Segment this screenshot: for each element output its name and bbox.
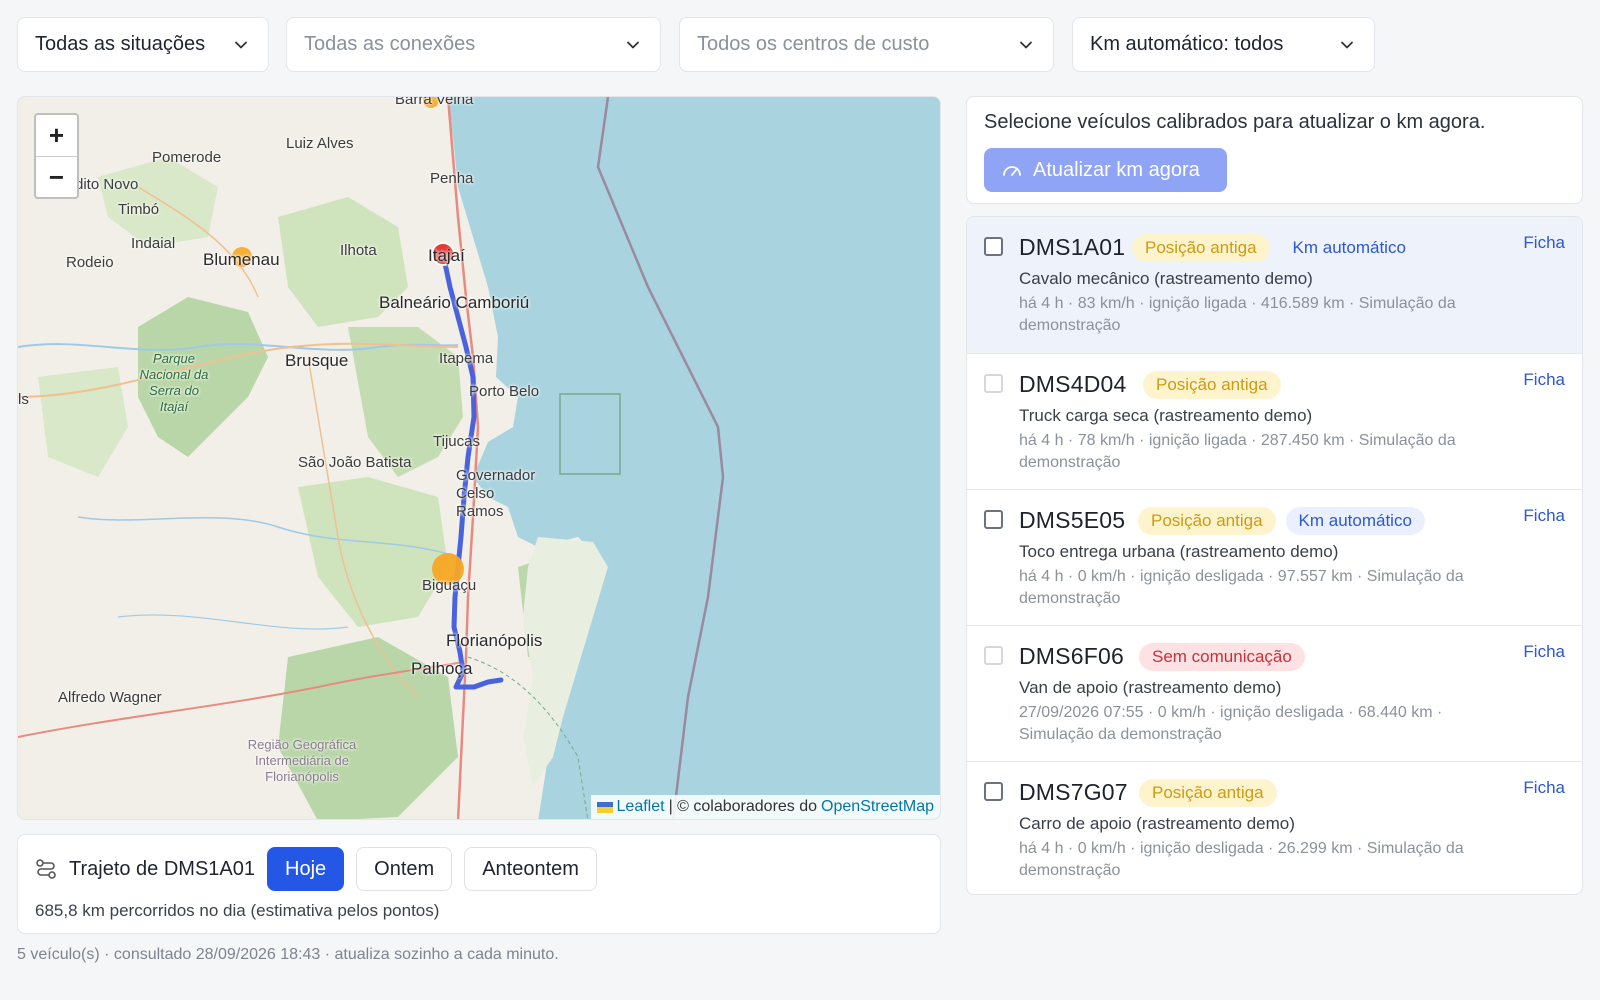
- vehicle-row[interactable]: DMS7G07 Posição antiga Ficha Carro de ap…: [967, 761, 1582, 894]
- vehicle-meta: há 4 h · 78 km/h · ignição ligada · 287.…: [1019, 432, 1456, 471]
- map-label-blumenau: Blumenau: [203, 250, 280, 269]
- zoom-out-button[interactable]: −: [36, 156, 77, 197]
- atualizar-km-label: Atualizar km agora: [1033, 158, 1200, 181]
- ficha-link[interactable]: Ficha: [1523, 506, 1565, 526]
- leaflet-link[interactable]: Leaflet: [617, 798, 665, 816]
- status-footer: 5 veículo(s) · consultado 28/09/2026 18:…: [17, 946, 559, 963]
- ficha-link[interactable]: Ficha: [1523, 370, 1565, 390]
- ontem-button[interactable]: Ontem: [356, 847, 453, 891]
- vehicle-checkbox[interactable]: [984, 646, 1003, 665]
- vehicle-row[interactable]: DMS5E05 Posição antiga Km automático Fic…: [967, 489, 1582, 625]
- conexoes-select-value: Todas as conexões: [304, 33, 476, 55]
- situacoes-select-value: Todas as situações: [35, 33, 206, 55]
- map-label-indaial: Indaial: [131, 235, 176, 252]
- calibrate-text: Selecione veículos calibrados para atual…: [984, 111, 1486, 133]
- filter-bar: Todas as situações Todas as conexões Tod…: [17, 17, 1583, 72]
- route-icon: [36, 859, 56, 879]
- status-badge: Posição antiga: [1139, 779, 1277, 807]
- map-label-penha: Penha: [430, 170, 474, 187]
- map-label-tijucas: Tijucas: [433, 433, 480, 450]
- map-label-rodeio: Rodeio: [66, 254, 114, 271]
- map-label-sao-joao-batista: São João Batista: [298, 454, 412, 471]
- status-badge: Posição antiga: [1143, 371, 1281, 399]
- map-label-palhoca: Palhoça: [411, 659, 473, 678]
- centros-custo-select[interactable]: Todos os centros de custo: [679, 17, 1054, 72]
- km-automatico-select-value: Km automático: todos: [1090, 33, 1284, 55]
- vehicle-plate: DMS4D04: [1019, 371, 1127, 397]
- chevron-down-icon: [627, 41, 639, 48]
- map-label-luiz-alves: Luiz Alves: [286, 135, 354, 152]
- vehicle-checkbox[interactable]: [984, 374, 1003, 393]
- km-automatico-badge: Km automático: [1292, 238, 1406, 257]
- map-label-porto-belo: Porto Belo: [469, 383, 540, 400]
- vehicle-checkbox[interactable]: [984, 510, 1003, 529]
- map-label-ilhota: Ilhota: [340, 242, 377, 259]
- vehicle-description: Carro de apoio (rastreamento demo): [1019, 814, 1295, 833]
- map-label-biguacu: Biguaçu: [422, 577, 477, 594]
- calibrate-panel: Selecione veículos calibrados para atual…: [966, 96, 1583, 204]
- hoje-button[interactable]: Hoje: [267, 847, 345, 891]
- centros-custo-select-value: Todos os centros de custo: [697, 33, 930, 55]
- km-automatico-select[interactable]: Km automático: todos: [1072, 17, 1375, 72]
- vehicle-description: Cavalo mecânico (rastreamento demo): [1019, 269, 1313, 288]
- status-badge: Posição antiga: [1132, 234, 1270, 262]
- vehicle-description: Van de apoio (rastreamento demo): [1019, 678, 1282, 697]
- chevron-down-icon: [1341, 41, 1353, 48]
- vehicle-row[interactable]: DMS4D04 Posição antiga Ficha Truck carga…: [967, 353, 1582, 489]
- gauge-icon: [1003, 166, 1021, 176]
- vehicle-plate: DMS5E05: [1019, 507, 1126, 533]
- atualizar-km-button[interactable]: Atualizar km agora: [984, 148, 1227, 192]
- map[interactable]: Barra Velha Luiz Alves Pomerode dito Nov…: [17, 96, 941, 820]
- map-label-alfredo-wagner: Alfredo Wagner: [58, 689, 162, 706]
- map-label-balneario-camboriu: Balneário Camboriú: [379, 293, 530, 312]
- km-automatico-badge: Km automático: [1285, 507, 1425, 535]
- vehicle-description: Toco entrega urbana (rastreamento demo): [1019, 542, 1339, 561]
- vehicle-plate: DMS6F06: [1019, 643, 1124, 669]
- map-label-brusque: Brusque: [285, 351, 349, 370]
- vehicle-checkbox[interactable]: [984, 782, 1003, 801]
- map-attribution: Leaflet | © colaboradores do OpenStreetM…: [590, 795, 940, 819]
- ukraine-flag-icon: [596, 801, 613, 813]
- map-label-barra-velha: Barra Velha: [395, 96, 474, 108]
- chevron-down-icon: [235, 41, 247, 48]
- map-label-itajai: Itajaí: [428, 246, 465, 265]
- openstreetmap-link[interactable]: OpenStreetMap: [821, 798, 934, 816]
- status-badge: Sem comunicação: [1139, 643, 1305, 671]
- trajeto-panel: Trajeto de DMS1A01 Hoje Ontem Anteontem …: [17, 834, 941, 934]
- status-badge: Posição antiga: [1138, 507, 1276, 535]
- vehicle-plate: DMS1A01: [1019, 234, 1126, 260]
- map-label-benedito-novo: dito Novo: [75, 176, 139, 193]
- attribution-text: | © colaboradores do: [668, 798, 818, 815]
- ficha-link[interactable]: Ficha: [1523, 233, 1565, 253]
- map-label-parque-nacional: Parque Nacional da Serra do Itajaí: [139, 351, 209, 414]
- vehicle-meta: 27/09/2026 07:55 · 0 km/h · ignição desl…: [1019, 704, 1443, 743]
- vehicle-plate: DMS7G07: [1019, 779, 1128, 805]
- map-label-itapema: Itapema: [439, 350, 494, 367]
- map-label-pomerode: Pomerode: [152, 149, 222, 166]
- situacoes-select[interactable]: Todas as situações: [17, 17, 269, 72]
- zoom-in-button[interactable]: +: [36, 115, 77, 156]
- vehicle-row[interactable]: DMS6F06 Sem comunicação Ficha Van de apo…: [967, 625, 1582, 761]
- trajeto-title: Trajeto de DMS1A01: [69, 857, 256, 880]
- trajeto-summary: 685,8 km percorridos no dia (estimativa …: [35, 901, 440, 920]
- vehicle-checkbox[interactable]: [984, 237, 1003, 256]
- conexoes-select[interactable]: Todas as conexões: [286, 17, 661, 72]
- ficha-link[interactable]: Ficha: [1523, 642, 1565, 662]
- vehicle-list: DMS1A01 Posição antiga Km automático Fic…: [966, 216, 1583, 895]
- zoom-control: + −: [34, 113, 79, 199]
- vehicle-meta: há 4 h · 83 km/h · ignição ligada · 416.…: [1019, 295, 1456, 334]
- map-label-timbo: Timbó: [118, 201, 160, 218]
- chevron-down-icon: [1020, 41, 1032, 48]
- map-label-governador-celso-ramos: Governador Celso Ramos: [456, 467, 536, 520]
- vehicle-meta: há 4 h · 0 km/h · ignição desligada · 26…: [1019, 840, 1464, 879]
- map-label-ls: ls: [18, 391, 29, 408]
- anteontem-button[interactable]: Anteontem: [464, 847, 597, 891]
- map-label-florianopolis: Florianópolis: [446, 631, 543, 650]
- vehicle-row[interactable]: DMS1A01 Posição antiga Km automático Fic…: [967, 217, 1582, 353]
- vehicle-description: Truck carga seca (rastreamento demo): [1019, 406, 1313, 425]
- map-label-regiao-geografica: Região Geográfica Intermediária de Flori…: [247, 737, 357, 784]
- ficha-link[interactable]: Ficha: [1523, 778, 1565, 798]
- vehicle-meta: há 4 h · 0 km/h · ignição desligada · 97…: [1019, 568, 1464, 607]
